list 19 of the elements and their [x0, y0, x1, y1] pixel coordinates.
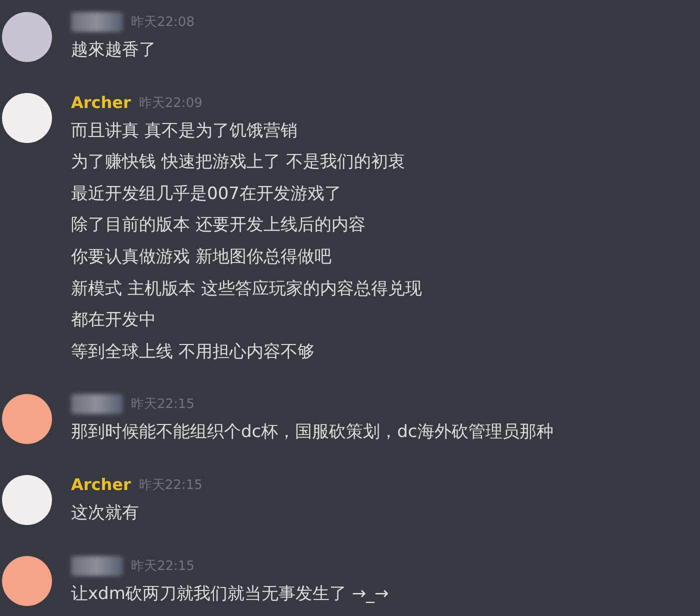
message-text: 都在开发中	[71, 309, 157, 332]
message-text: 那到时候能不能组织个dc杯，国服砍策划，dc海外砍管理员那种	[71, 421, 554, 444]
message-text: 最近开发组几乎是007在开发游戏了	[71, 182, 342, 206]
timestamp: 昨天22:15	[131, 396, 194, 414]
message-text: 这次就有	[71, 502, 140, 525]
timestamp: 昨天22:09	[138, 94, 202, 112]
message-text: 让xdm砍两刀就我们就当无事发生了 →_→	[71, 582, 389, 606]
message-text: 越來越香了	[71, 39, 157, 62]
timestamp: 昨天22:15	[138, 476, 202, 494]
message-text: 你要认真做游戏 新地图你总得做吧	[71, 246, 332, 269]
username[interactable]: Archer	[71, 475, 131, 494]
timestamp: 昨天22:15	[131, 558, 194, 575]
username[interactable]: Archer	[71, 93, 131, 112]
message-text: 等到全球上线 不用担心内容不够	[71, 340, 316, 364]
message-text: 为了赚快钱 快速把游戏上了 不是我们的初衷	[71, 151, 406, 174]
message-text: 新模式 主机版本 这些答应玩家的内容总得兑现	[71, 278, 422, 301]
message-text: 除了目前的版本 还要开发上线后的内容	[71, 214, 366, 238]
timestamp: 昨天22:08	[131, 14, 194, 31]
message-text: 而且讲真 真不是为了饥饿营销	[71, 120, 298, 143]
